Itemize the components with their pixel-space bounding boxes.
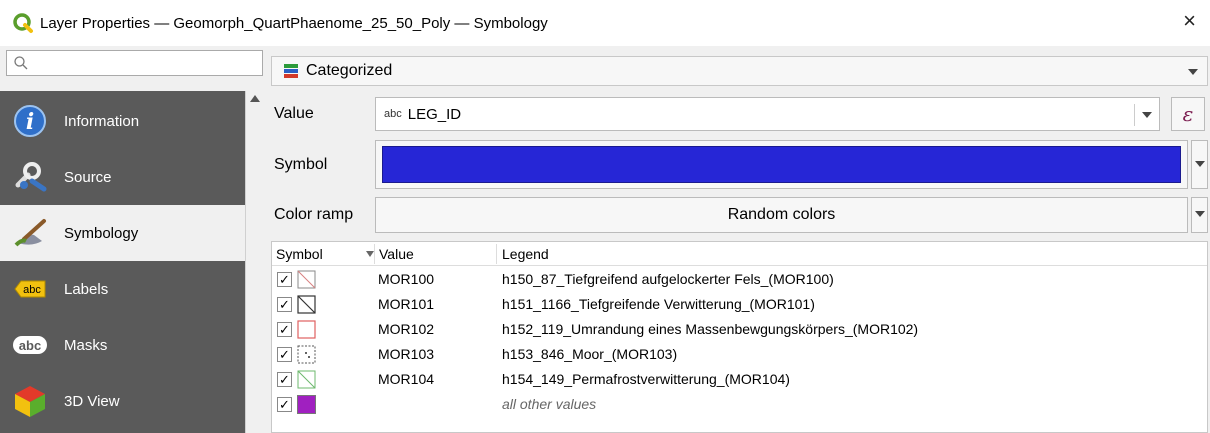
- color-ramp-label: Color ramp: [274, 206, 354, 223]
- row-checkbox[interactable]: ✓: [277, 322, 292, 337]
- window-title: Layer Properties — Geomorph_QuartPhaenom…: [40, 14, 548, 32]
- row-value: MOR104: [378, 371, 435, 387]
- column-divider: [496, 244, 497, 264]
- divider: [1134, 104, 1135, 126]
- column-header-value[interactable]: Value: [379, 246, 414, 262]
- string-type-icon: abc: [384, 108, 402, 120]
- 3d-view-icon: [10, 381, 50, 421]
- color-ramp-menu-button[interactable]: [1191, 197, 1208, 233]
- table-row[interactable]: ✓ all other values: [272, 392, 1207, 417]
- sidebar-item-label: Masks: [64, 336, 108, 354]
- table-row[interactable]: ✓ MOR102 h152_119_Umrandung eines Massen…: [272, 317, 1207, 342]
- row-legend: h153_846_Moor_(MOR103): [502, 346, 678, 362]
- search-input[interactable]: [6, 50, 263, 76]
- row-legend: h151_1166_Tiefgreifende Verwitterung_(MO…: [502, 296, 815, 312]
- row-checkbox[interactable]: ✓: [277, 347, 292, 362]
- svg-text:i: i: [26, 109, 34, 135]
- labels-icon: abc: [10, 269, 50, 309]
- row-checkbox[interactable]: ✓: [277, 397, 292, 412]
- value-field-text: LEG_ID: [407, 105, 462, 123]
- row-legend: h150_87_Tiefgreifend aufgelockerter Fels…: [502, 271, 834, 287]
- svg-text:abc: abc: [23, 284, 41, 296]
- sidebar-scrollbar[interactable]: [245, 91, 263, 433]
- symbol-button[interactable]: [375, 140, 1188, 189]
- sort-down-icon: [366, 251, 374, 257]
- table-header: Symbol Value Legend: [272, 242, 1207, 266]
- sidebar-item-label: 3D View: [64, 392, 120, 410]
- diagonal-hatch-dark-symbol-icon: [297, 295, 316, 314]
- row-value: MOR101: [378, 296, 435, 312]
- information-icon: i: [10, 101, 50, 141]
- column-header-legend[interactable]: Legend: [502, 246, 549, 262]
- row-value: MOR102: [378, 321, 435, 337]
- renderer-select[interactable]: Categorized: [271, 56, 1208, 86]
- table-row[interactable]: ✓ MOR103 h153_846_Moor_(MOR103): [272, 342, 1207, 367]
- sidebar-item-label: Labels: [64, 280, 109, 298]
- row-checkbox[interactable]: ✓: [277, 297, 292, 312]
- sidebar-item-information[interactable]: i Information: [0, 93, 245, 149]
- sidebar-item-masks[interactable]: abc Masks: [0, 317, 245, 373]
- symbol-menu-button[interactable]: [1191, 140, 1208, 189]
- sidebar-item-label: Source: [64, 168, 112, 186]
- row-legend: h152_119_Umrandung eines Massenbewgungsk…: [502, 321, 919, 337]
- chevron-down-icon: [1188, 69, 1198, 75]
- table-row[interactable]: ✓ MOR101 h151_1166_Tiefgreifende Verwitt…: [272, 292, 1207, 317]
- categorized-renderer-icon: [284, 64, 298, 78]
- row-value: MOR103: [378, 346, 435, 362]
- symbol-color-swatch: [382, 146, 1181, 183]
- symbology-icon: [10, 213, 50, 253]
- table-row[interactable]: ✓ MOR104 h154_149_Permafrostverwitterung…: [272, 367, 1207, 392]
- scroll-up-icon[interactable]: [250, 95, 260, 102]
- categories-table[interactable]: Symbol Value Legend ✓ MOR100 h150_87_Tie…: [271, 241, 1208, 433]
- sidebar-item-3d-view[interactable]: 3D View: [0, 373, 245, 429]
- row-checkbox[interactable]: ✓: [277, 272, 292, 287]
- diagonal-hatch-red-symbol-icon: [297, 270, 316, 289]
- source-icon: [10, 157, 50, 197]
- chevron-down-icon: [1142, 112, 1152, 118]
- color-ramp-button[interactable]: Random colors: [375, 197, 1188, 233]
- expression-button[interactable]: ε: [1171, 97, 1205, 131]
- qgis-logo-icon: [13, 13, 33, 33]
- dotted-pattern-symbol-icon: [297, 345, 316, 364]
- symbol-label: Symbol: [274, 156, 328, 173]
- svg-text:abc: abc: [19, 338, 41, 353]
- diagonal-hatch-green-symbol-icon: [297, 370, 316, 389]
- row-value: MOR100: [378, 271, 435, 287]
- value-field-select[interactable]: abc LEG_ID: [375, 97, 1160, 131]
- chevron-down-icon: [1195, 161, 1205, 167]
- table-row[interactable]: ✓ MOR100 h150_87_Tiefgreifend aufgelocke…: [272, 267, 1207, 292]
- column-divider: [374, 244, 375, 264]
- masks-icon: abc: [10, 325, 50, 365]
- renderer-label: Categorized: [306, 62, 393, 79]
- title-bar: Layer Properties — Geomorph_QuartPhaenom…: [0, 0, 1210, 46]
- sidebar-item-label: Symbology: [64, 224, 139, 242]
- sidebar-item-source[interactable]: Source: [0, 149, 245, 205]
- sidebar: i Information Source Symbology abc Label…: [0, 91, 245, 433]
- row-legend: all other values: [502, 396, 597, 412]
- purple-fill-symbol-icon: [297, 395, 316, 414]
- sidebar-item-label: Information: [64, 112, 140, 130]
- sidebar-item-symbology[interactable]: Symbology: [0, 205, 245, 261]
- column-header-symbol[interactable]: Symbol: [276, 246, 323, 262]
- close-icon[interactable]: ×: [1183, 8, 1196, 34]
- sidebar-item-labels[interactable]: abc Labels: [0, 261, 245, 317]
- search-icon: [14, 56, 28, 70]
- value-label: Value: [274, 105, 314, 122]
- color-ramp-value: Random colors: [727, 206, 836, 223]
- red-outline-symbol-icon: [297, 320, 316, 339]
- chevron-down-icon: [1195, 211, 1205, 217]
- row-checkbox[interactable]: ✓: [277, 372, 292, 387]
- row-legend: h154_149_Permafrostverwitterung_(MOR104): [502, 371, 790, 387]
